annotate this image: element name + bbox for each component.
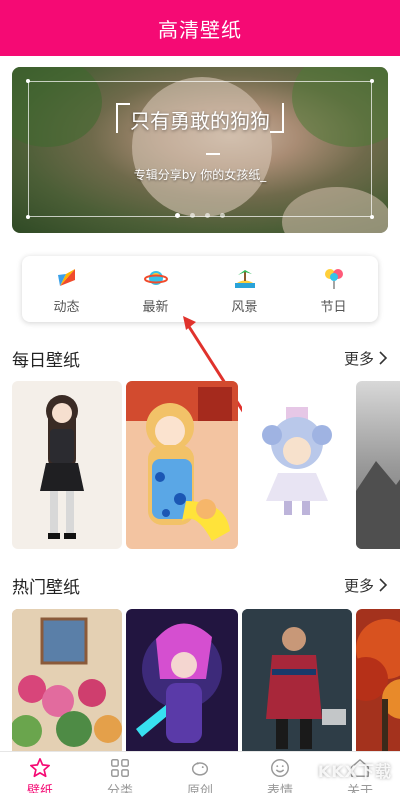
star-icon [29, 757, 51, 779]
tab-wallpaper[interactable]: 壁纸 [0, 752, 80, 793]
grid-icon [109, 757, 131, 779]
tab-original[interactable]: 原创 [160, 752, 240, 793]
balloon-icon [322, 266, 346, 290]
wallpaper-thumbnail[interactable] [242, 609, 352, 751]
carousel-dot[interactable] [190, 213, 195, 218]
wallpaper-thumbnail[interactable] [12, 609, 122, 751]
banner-carousel[interactable]: 只有勇敢的狗狗 专辑分享by 你的女孩纸_ [12, 67, 388, 233]
category-scenery[interactable]: 风景 [200, 256, 289, 322]
wallpaper-thumbnail[interactable] [356, 381, 400, 549]
wallpaper-thumbnail[interactable] [356, 609, 400, 751]
category-label: 节日 [320, 300, 347, 315]
frame-corner [370, 79, 374, 83]
tab-label: 壁纸 [26, 784, 53, 793]
banner-divider [206, 153, 220, 155]
category-dynamic[interactable]: 动态 [22, 256, 111, 322]
island-icon [233, 266, 257, 290]
tab-category[interactable]: 分类 [80, 752, 160, 793]
wallpaper-thumbnail[interactable] [126, 609, 238, 751]
category-shortcuts: 动态 最新 风景 节日 [22, 256, 378, 322]
anime-warrior-illustration [136, 623, 222, 743]
tab-emoji[interactable]: 表情 [240, 752, 320, 793]
category-label: 风景 [231, 300, 258, 315]
more-label: 更多 [343, 349, 374, 368]
carousel-indicator [12, 213, 388, 218]
banner-subline: 专辑分享by 你的女孩纸_ [133, 168, 267, 182]
category-label: 最新 [142, 300, 169, 315]
watermark: KKX下载 [317, 762, 392, 781]
wallpaper-thumbnail[interactable] [126, 381, 238, 549]
tab-label: 表情 [266, 784, 293, 793]
more-label: 更多 [343, 576, 374, 595]
carousel-dot[interactable] [175, 213, 180, 218]
anime-girl-illustration [40, 395, 84, 539]
banner-headline: 只有勇敢的狗狗 [130, 109, 270, 133]
autumn-tree-photo [356, 619, 400, 751]
app-title: 高清壁纸 [158, 17, 242, 42]
category-label: 动态 [53, 300, 80, 315]
wallpaper-thumbnail[interactable] [242, 381, 352, 549]
daily-section-header: 每日壁纸 更多 [12, 346, 388, 371]
anime-girl-illustration [126, 381, 238, 541]
frame-corner [26, 79, 30, 83]
toy-figure-illustration [262, 407, 332, 515]
section-title: 每日壁纸 [12, 350, 80, 371]
tab-label: 分类 [106, 784, 133, 793]
hot-wallpaper-row [12, 609, 400, 751]
daily-wallpaper-row [12, 381, 400, 549]
section-title: 热门壁纸 [12, 577, 80, 598]
planet-icon [143, 266, 168, 290]
banner-frame [28, 81, 372, 217]
flag-icon [55, 266, 79, 290]
chevron-right-icon [379, 351, 388, 365]
wallpaper-thumbnail[interactable] [12, 381, 122, 549]
hot-section-header: 热门壁纸 更多 [12, 573, 388, 598]
more-link[interactable]: 更多 [344, 348, 388, 369]
smile-icon [269, 757, 291, 779]
football-player-photo [242, 609, 352, 751]
category-latest[interactable]: 最新 [111, 256, 200, 322]
carousel-dot[interactable] [205, 213, 210, 218]
flower-house-illustration [12, 609, 122, 751]
category-holiday[interactable]: 节日 [289, 256, 378, 322]
more-link[interactable]: 更多 [344, 575, 388, 596]
chevron-right-icon [379, 578, 388, 592]
app-bar: 高清壁纸 [0, 0, 400, 56]
piggy-icon [189, 757, 211, 779]
landscape-photo [356, 461, 400, 549]
tab-label: 原创 [186, 784, 213, 793]
carousel-dot[interactable] [220, 213, 225, 218]
